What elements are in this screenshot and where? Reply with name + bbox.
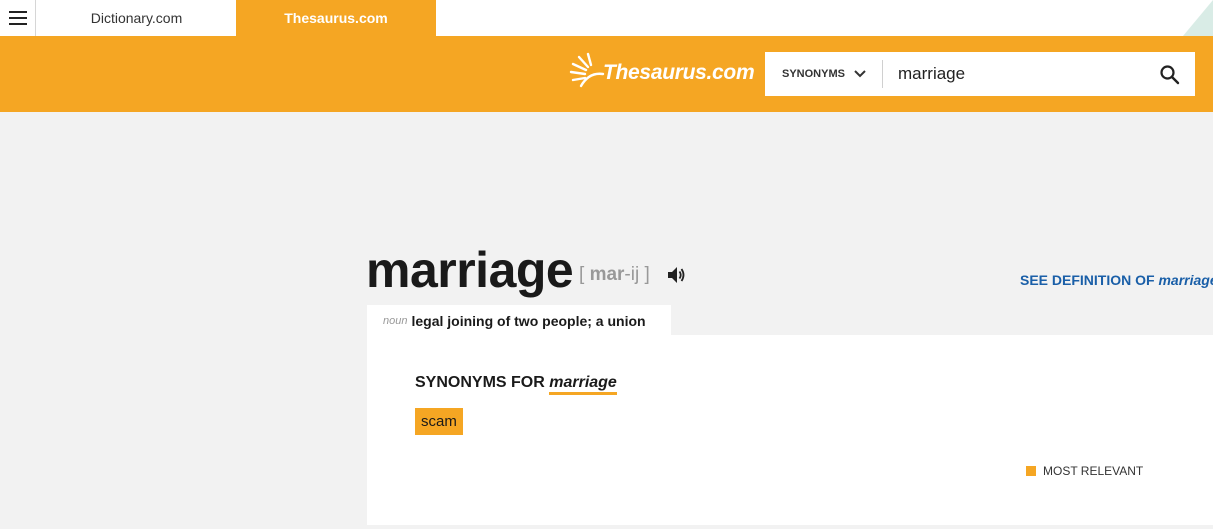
search-input[interactable] — [898, 52, 1138, 96]
search-mode-label: SYNONYMS — [782, 68, 845, 80]
synonyms-panel: SYNONYMS FOR marriage scam MOST RELEVANT — [367, 335, 1213, 525]
logo-text: Thesaurus.com — [603, 61, 755, 84]
legend-label: MOST RELEVANT — [1043, 464, 1144, 478]
tab-dictionary[interactable]: Dictionary.com — [37, 0, 236, 36]
search-mode-dropdown[interactable]: SYNONYMS — [765, 52, 882, 96]
hamburger-menu-button[interactable] — [0, 0, 36, 36]
relevance-swatch — [1026, 466, 1036, 476]
pronunciation-close-bracket: ] — [644, 264, 650, 285]
sense-definition: legal joining of two people; a union — [411, 313, 646, 329]
tab-thesaurus[interactable]: Thesaurus.com — [236, 0, 436, 36]
search-icon — [1160, 65, 1180, 85]
audio-button[interactable] — [666, 265, 686, 290]
hamburger-menu-icon — [8, 11, 27, 25]
search-divider — [882, 60, 883, 88]
search-bar: SYNONYMS — [765, 52, 1195, 96]
pronunciation-stressed: mar — [589, 264, 625, 285]
see-definition-link[interactable]: SEE DEFINITION OF marriage — [1020, 272, 1213, 288]
see-definition-prefix: SEE DEFINITION OF — [1020, 272, 1159, 288]
top-bar: Dictionary.com Thesaurus.com — [0, 0, 1213, 36]
relevance-legend: MOST RELEVANT — [1026, 464, 1143, 478]
synonyms-heading: SYNONYMS FOR marriage — [415, 374, 617, 395]
sunburst-logo-icon — [569, 52, 605, 88]
speaker-icon — [668, 267, 685, 283]
thesaurus-logo[interactable]: Thesaurus.com — [567, 50, 755, 94]
synonyms-heading-prefix: SYNONYMS FOR — [415, 374, 550, 391]
corner-decoration — [1183, 0, 1213, 36]
search-button[interactable] — [1159, 64, 1181, 86]
pronunciation-open-bracket: [ — [579, 264, 585, 285]
pronunciation-rest: -ij — [624, 264, 640, 285]
site-header: Thesaurus.com SYNONYMS — [0, 36, 1213, 112]
synonym-chip[interactable]: scam — [415, 408, 463, 435]
entry-word: marriage — [366, 242, 574, 298]
chevron-down-icon — [854, 70, 866, 78]
pronunciation: [ mar-ij ] — [579, 264, 650, 286]
part-of-speech: noun — [383, 315, 408, 327]
synonyms-heading-word: marriage — [549, 374, 617, 395]
sense-tab[interactable]: noun legal joining of two people; a unio… — [367, 305, 671, 337]
see-definition-word: marriage — [1158, 272, 1213, 288]
